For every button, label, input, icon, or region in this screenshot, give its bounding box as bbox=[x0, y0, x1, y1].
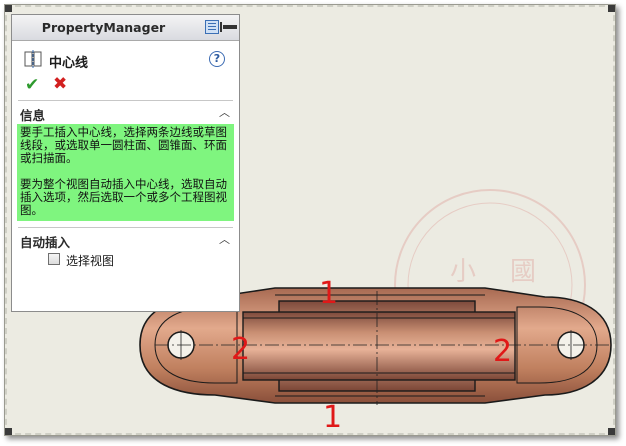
property-manager-panel: PropertyManager 中心线 ? ✔ ✖ 信息 ︿ 要手工插入中心线，… bbox=[11, 14, 240, 312]
action-buttons: ✔ ✖ bbox=[12, 74, 239, 96]
property-manager-title: PropertyManager bbox=[41, 20, 166, 35]
info-paragraph-1: 要手工插入中心线，选择两条边线或草图线段，或选取单一圆柱面、圆锥面、环面或扫描面… bbox=[20, 125, 227, 165]
collapse-chevron-icon[interactable]: ︿ bbox=[219, 231, 230, 247]
frame-corner bbox=[5, 5, 12, 12]
select-view-checkbox[interactable] bbox=[48, 253, 60, 265]
info-message-box: 要手工插入中心线，选择两条边线或草图线段，或选取单一圆柱面、圆锥面、环面或扫描面… bbox=[17, 124, 234, 221]
select-view-label: 选择视图 bbox=[66, 254, 115, 268]
auto-insert-group-header[interactable]: 自动插入 ︿ bbox=[18, 227, 233, 250]
info-group-header[interactable]: 信息 ︿ bbox=[18, 100, 233, 123]
centerline-feature-icon bbox=[24, 50, 42, 68]
info-paragraph-2: 要为整个视图自动插入中心线，选取自动插入选项，然后选取一个或多个工程图视图。 bbox=[20, 177, 227, 217]
annotation-right: 2 bbox=[493, 334, 512, 369]
frame-corner bbox=[608, 5, 615, 12]
watermark-char-1: 小 bbox=[450, 257, 476, 287]
annotation-left: 2 bbox=[231, 332, 250, 367]
collapse-chevron-icon[interactable]: ︿ bbox=[219, 104, 230, 120]
feature-header: 中心线 ? bbox=[12, 48, 239, 72]
ok-button[interactable]: ✔ bbox=[25, 75, 39, 95]
frame-corner bbox=[608, 428, 615, 435]
help-icon[interactable]: ? bbox=[209, 51, 225, 67]
drawing-canvas[interactable]: 小 國 小 1 bbox=[4, 4, 616, 436]
select-view-option[interactable]: 选择视图 bbox=[48, 249, 239, 271]
info-group-title: 信息 bbox=[20, 108, 46, 123]
panel-layout-icon[interactable] bbox=[205, 20, 219, 34]
pin-icon[interactable] bbox=[220, 22, 237, 32]
annotation-bottom: 1 bbox=[323, 400, 342, 435]
feature-title: 中心线 bbox=[49, 56, 89, 71]
property-manager-header: PropertyManager bbox=[12, 15, 239, 41]
watermark-char-2: 國 bbox=[510, 257, 536, 287]
cancel-button[interactable]: ✖ bbox=[53, 74, 67, 94]
annotation-top: 1 bbox=[319, 276, 338, 311]
frame-corner bbox=[5, 428, 12, 435]
